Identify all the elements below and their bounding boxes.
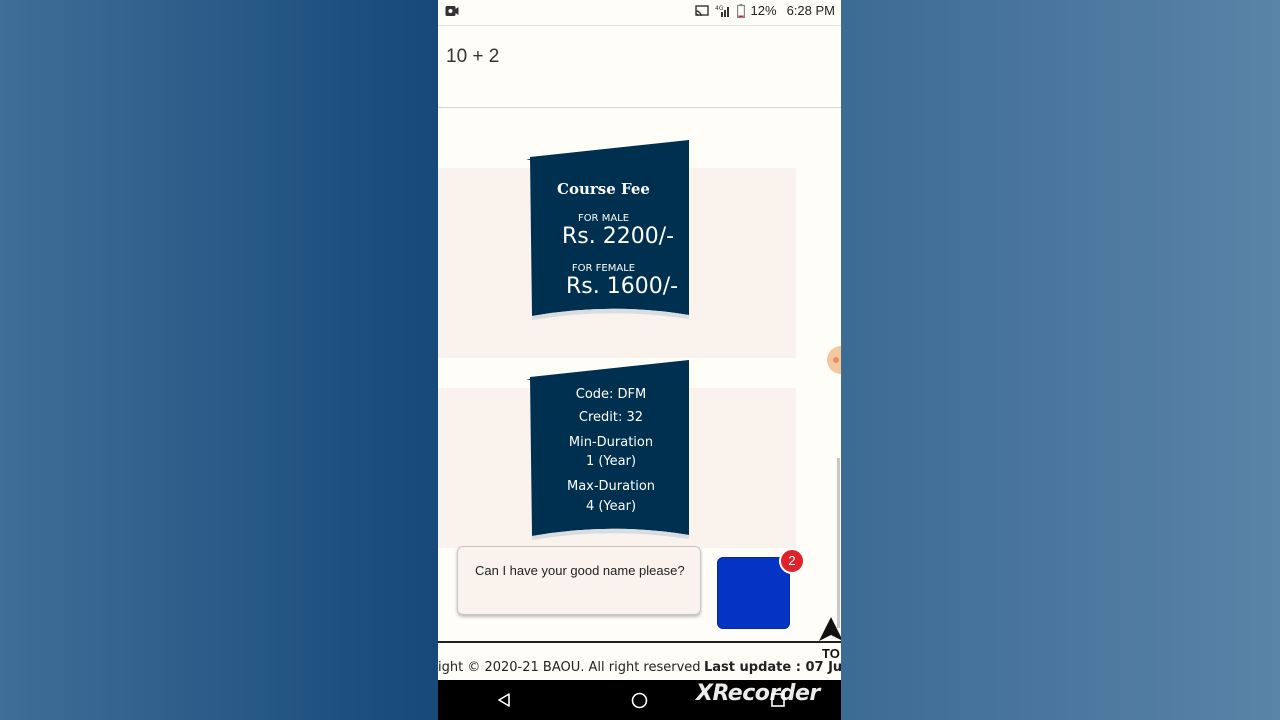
course-credit: Credit: 32 xyxy=(578,410,644,425)
xrecorder-watermark: XRecorder xyxy=(696,681,820,706)
last-update-text: Last update : 07 Jun xyxy=(704,660,841,675)
female-fee-label: FOR FEMALE xyxy=(571,263,636,274)
scroll-top-label: TO xyxy=(822,646,840,661)
male-fee-value: Rs. 2200/- xyxy=(562,224,675,249)
chat-launcher-button[interactable] xyxy=(717,557,790,629)
chat-notification-badge: 2 xyxy=(779,548,805,574)
max-duration-value: 4 (Year) xyxy=(585,499,637,514)
battery-percent: 12% xyxy=(750,3,777,18)
signal-icon: 4G xyxy=(715,5,729,17)
status-bar: 4G 12% 6:28 PM xyxy=(438,0,841,24)
back-icon[interactable] xyxy=(496,692,512,708)
cast-icon xyxy=(694,4,709,16)
phone-screen: 4G 12% 6:28 PM 10 + 2 Course Fee FOR MAL… xyxy=(438,0,841,720)
course-info-card: Code: DFM Credit: 32 Min-Duration 1 (Yea… xyxy=(526,360,691,540)
footer-divider xyxy=(438,641,841,643)
female-fee-value: Rs. 1600/- xyxy=(566,274,679,299)
footer: ight © 2020-21 BAOU. All right reserved … xyxy=(438,660,841,678)
scroll-to-top-button[interactable]: TO xyxy=(819,617,841,663)
scrollbar[interactable] xyxy=(837,458,840,628)
screen-record-icon xyxy=(445,6,459,16)
min-duration-value: 1 (Year) xyxy=(585,454,637,469)
copyright-text: ight © 2020-21 BAOU. All right reserved xyxy=(438,660,701,675)
clock: 6:28 PM xyxy=(786,3,835,18)
chat-message-bubble[interactable]: Can I have your good name please? xyxy=(457,546,701,615)
chat-message-text: Can I have your good name please? xyxy=(475,563,685,578)
course-fee-card: Course Fee FOR MALE Rs. 2200/- FOR FEMAL… xyxy=(526,140,691,320)
fee-card-content: Course Fee FOR MALE Rs. 2200/- FOR FEMAL… xyxy=(526,140,681,320)
male-fee-label: FOR MALE xyxy=(577,213,630,224)
course-code: Code: DFM xyxy=(575,387,647,402)
fee-title: Course Fee xyxy=(557,180,650,198)
min-duration-label: Min-Duration xyxy=(568,435,654,450)
battery-icon xyxy=(736,3,745,18)
home-icon[interactable] xyxy=(631,692,648,709)
prerequisite-text: 10 + 2 xyxy=(446,46,500,67)
status-divider xyxy=(438,25,841,26)
network-type-label: 4G xyxy=(715,5,724,12)
floating-side-bubble[interactable] xyxy=(827,346,841,374)
max-duration-label: Max-Duration xyxy=(566,479,656,494)
section-divider xyxy=(438,107,841,108)
